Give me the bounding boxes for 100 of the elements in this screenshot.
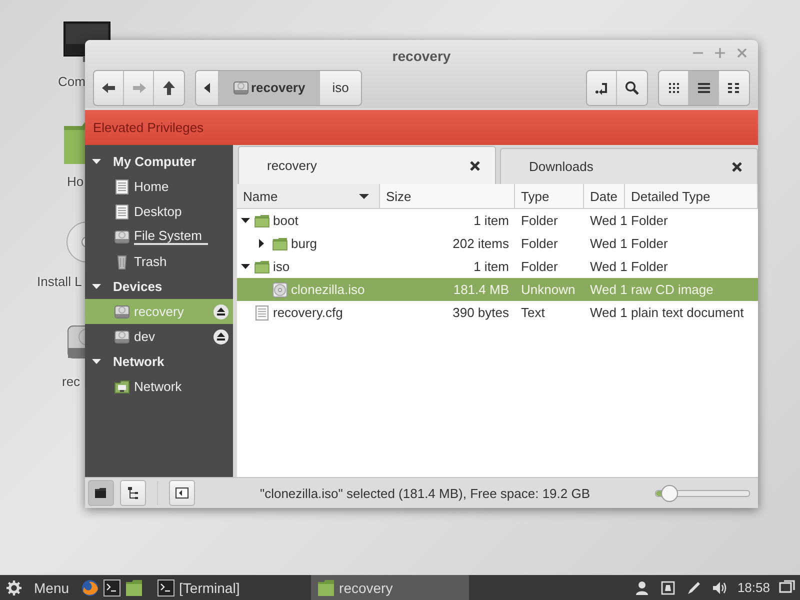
search-icon	[624, 80, 640, 96]
section-heading: Devices	[113, 279, 162, 294]
pen-icon[interactable]	[686, 580, 702, 596]
section-heading: Network	[113, 354, 164, 369]
expanded-triangle-icon[interactable]	[241, 218, 250, 223]
desktop-icon-label[interactable]: Install L	[37, 274, 82, 289]
column-header[interactable]: Detailed Type	[625, 184, 758, 208]
taskbar-window-button[interactable]: recovery	[311, 575, 470, 600]
drive-icon	[233, 80, 249, 96]
tab-label: recovery	[267, 158, 317, 173]
expanded-triangle-icon[interactable]	[241, 264, 250, 269]
folder-icon	[93, 485, 109, 501]
table-cell: Text	[521, 305, 545, 320]
drive-icon	[114, 304, 130, 320]
document-icon	[254, 304, 270, 320]
sidebar-item[interactable]: File System	[85, 224, 233, 249]
taskbar-window-button[interactable]: [Terminal]	[151, 575, 296, 600]
folder-icon	[272, 236, 288, 252]
eject-icon[interactable]	[213, 329, 229, 345]
table-cell: Folder	[631, 213, 668, 228]
desktop-icon-label[interactable]: Ho	[67, 174, 84, 189]
sidebar-item-label: File System	[134, 228, 208, 245]
person-icon[interactable]	[634, 580, 650, 596]
table-cell: 1 item	[474, 213, 509, 228]
table-cell: Wed 1	[590, 213, 628, 228]
file-row[interactable]: burg 202 items Folder Wed 1 Folder	[237, 232, 758, 255]
table-cell: Wed 1	[590, 259, 628, 274]
collapsed-triangle-icon[interactable]	[259, 239, 264, 248]
sidebar-item-label: Desktop	[134, 204, 182, 219]
file-row[interactable]: iso 1 item Folder Wed 1 Folder	[237, 255, 758, 278]
expanded-triangle-icon[interactable]	[92, 159, 101, 164]
expanded-triangle-icon[interactable]	[92, 284, 101, 289]
sort-arrow-icon	[359, 194, 369, 198]
tree-pane-button[interactable]	[120, 480, 146, 506]
path-button[interactable]: iso	[320, 70, 361, 104]
places-pane-button[interactable]	[88, 480, 114, 506]
status-text: "clonezilla.iso" selected (181.4 MB), Free space: 19.2 GB	[258, 486, 592, 500]
sidebar-item[interactable]: Home	[85, 174, 233, 199]
terminal-icon	[157, 578, 176, 596]
drive-icon	[114, 228, 130, 244]
table-cell: Wed 1	[590, 236, 628, 251]
up-arrow-icon	[161, 80, 177, 96]
table-cell: 181.4 MB	[453, 282, 509, 297]
column-header-label: Date	[590, 188, 618, 204]
window-title: recovery	[392, 48, 451, 64]
sidebar-item[interactable]: Desktop	[85, 199, 233, 224]
column-header[interactable]: Size	[380, 184, 515, 208]
sidebar-item[interactable]: dev	[85, 324, 233, 349]
sidebar-item-label: Home	[134, 179, 169, 194]
home-folder-icon[interactable]	[62, 120, 85, 164]
close-icon[interactable]	[731, 160, 743, 172]
file-name: recovery.cfg	[273, 305, 343, 320]
view-mode-button[interactable]	[689, 70, 719, 104]
globe-icon[interactable]	[81, 578, 100, 596]
close-icon[interactable]	[469, 160, 481, 172]
terminal-icon[interactable]	[103, 578, 122, 596]
table-cell: Folder	[631, 259, 668, 274]
table-cell: Folder	[521, 259, 558, 274]
column-header[interactable]: Name	[237, 184, 380, 208]
sidebar-toggle-button[interactable]	[169, 480, 195, 506]
sidebar-item-label: Network	[134, 379, 182, 394]
desktop-icon-label[interactable]: rec	[62, 374, 80, 389]
file-name: iso	[273, 259, 290, 274]
column-header-label: Size	[386, 188, 412, 204]
speaker-icon[interactable]	[712, 580, 728, 596]
document-icon	[114, 204, 130, 220]
column-header-label: Name	[243, 188, 278, 204]
sidebar-item-label: recovery	[134, 304, 184, 319]
sidebar-item-label: Trash	[134, 254, 167, 269]
tree-icon	[125, 485, 141, 501]
close-icon	[736, 47, 748, 59]
folder-icon[interactable]	[125, 578, 144, 596]
file-row[interactable]: recovery.cfg 390 bytes Text Wed 1 plain text document	[237, 301, 758, 324]
eject-icon[interactable]	[213, 304, 229, 320]
disc-icon	[272, 282, 288, 298]
desktop-icon-label[interactable]: Com	[58, 74, 86, 89]
expanded-triangle-icon[interactable]	[92, 359, 101, 364]
banner-text: Elevated Privileges	[93, 120, 204, 135]
tab[interactable]: Downloads	[500, 148, 758, 184]
column-header-label: Detailed Type	[631, 188, 710, 204]
sidebar-toggle-icon	[174, 485, 190, 501]
menu-button[interactable]: Menu	[0, 580, 76, 596]
folder-icon	[254, 258, 270, 274]
gear-icon	[6, 580, 22, 596]
sidebar-item[interactable]: Trash	[85, 249, 233, 274]
table-cell: Unknown	[521, 282, 576, 297]
zoom-slider[interactable]	[655, 485, 750, 501]
table-cell: Wed 1	[590, 305, 628, 320]
path-button[interactable]: recovery	[219, 70, 320, 104]
sidebar-item[interactable]: Network	[85, 374, 233, 399]
table-cell: Wed 1	[590, 282, 628, 297]
document-icon	[114, 178, 130, 194]
table-cell: 1 item	[474, 259, 509, 274]
tab-label: Downloads	[529, 159, 594, 174]
column-header[interactable]: Date	[584, 184, 625, 208]
file-row[interactable]: boot 1 item Folder Wed 1 Folder	[237, 209, 758, 232]
tab[interactable]: recovery	[238, 146, 496, 184]
windows-icon[interactable]	[779, 580, 795, 596]
folder-icon	[317, 578, 336, 596]
column-header[interactable]: Type	[515, 184, 584, 208]
